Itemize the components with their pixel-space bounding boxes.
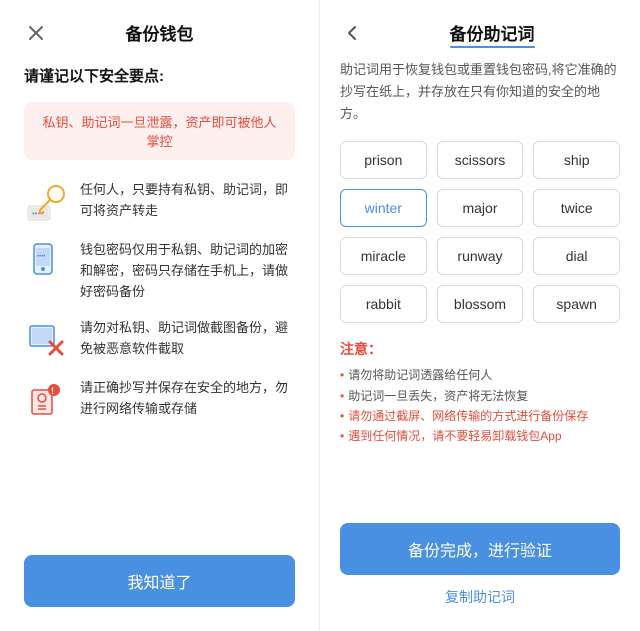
warning-text: 私钥、助记词一旦泄露，资产即可被他人掌控 [40,112,279,150]
svg-text:••••: •••• [32,209,43,218]
right-bottom: 备份完成，进行验证 复制助记词 [340,523,620,607]
word-cell-9: rabbit [340,285,427,323]
security-item-3: 请勿对私钥、助记词做截图备份，避免被恶意软件截取 [24,318,295,362]
right-panel: 备份助记词 助记词用于恢复钱包或重置钱包密码,将它准确的抄写在纸上，并存放在只有… [320,0,640,631]
left-header: 备份钱包 [24,20,295,45]
screenshot-icon [24,318,68,362]
notes-section: 注意： • 请勿将助记词透露给任何人 • 助记词一旦丢失，资产将无法恢复 • 请… [340,339,620,447]
right-title-wrapper: 备份助记词 [364,20,620,45]
security-item-1-text: 任何人，只要持有私钥、助记词，即可将资产转走 [80,180,295,222]
confirm-button[interactable]: 我知道了 [24,555,295,607]
security-item-3-text: 请勿对私钥、助记词做截图备份，避免被恶意软件截取 [80,318,295,360]
left-panel: 备份钱包 请谨记以下安全要点: 私钥、助记词一旦泄露，资产即可被他人掌控 •••… [0,0,320,631]
word-cell-5: twice [533,189,620,227]
word-cell-3: winter [340,189,427,227]
svg-text:!: ! [51,386,54,396]
security-item-2-text: 钱包密码仅用于私钥、助记词的加密和解密，密码只存储在手机上，请做好密码备份 [80,240,295,302]
bullet-icon-3: • [340,426,344,446]
back-button[interactable] [340,21,364,45]
right-header: 备份助记词 [340,20,620,45]
copy-mnemonic-link[interactable]: 复制助记词 [445,587,515,607]
security-item-4: ! 请正确抄写并保存在安全的地方，勿进行网络传输或存储 [24,378,295,422]
word-cell-7: runway [437,237,524,275]
word-cell-2: ship [533,141,620,179]
bullet-icon-2: • [340,406,344,426]
security-item-2: •••• 钱包密码仅用于私钥、助记词的加密和解密，密码只存储在手机上，请做好密码… [24,240,295,302]
security-item-1: •••• 任何人，只要持有私钥、助记词，即可将资产转走 [24,180,295,224]
right-title: 备份助记词 [450,20,535,45]
word-cell-8: dial [533,237,620,275]
word-cell-10: blossom [437,285,524,323]
word-cell-11: spawn [533,285,620,323]
note-item-2: • 请勿通过截屏、网络传输的方式进行备份保存 [340,406,620,426]
svg-text:••••: •••• [37,254,45,260]
save-location-icon: ! [24,378,68,422]
bullet-icon-1: • [340,386,344,406]
close-button[interactable] [24,21,48,45]
warning-box: 私钥、助记词一旦泄露，资产即可被他人掌控 [24,102,295,160]
key-icon: •••• [24,180,68,224]
security-item-4-text: 请正确抄写并保存在安全的地方，勿进行网络传输或存储 [80,378,295,420]
word-cell-4: major [437,189,524,227]
word-grid: prison scissors ship winter major twice … [340,141,620,323]
phone-lock-icon: •••• [24,240,68,284]
note-item-3: • 遇到任何情况，请不要轻易卸载钱包App [340,426,620,446]
word-cell-0: prison [340,141,427,179]
right-description: 助记词用于恢复钱包或重置钱包密码,将它准确的抄写在纸上，并存放在只有你知道的安全… [340,59,620,125]
notes-title: 注意： [340,339,620,359]
note-item-1: • 助记词一旦丢失，资产将无法恢复 [340,386,620,406]
word-cell-6: miracle [340,237,427,275]
left-title: 备份钱包 [126,20,194,45]
backup-button[interactable]: 备份完成，进行验证 [340,523,620,575]
note-item-0: • 请勿将助记词透露给任何人 [340,365,620,385]
left-subtitle: 请谨记以下安全要点: [24,65,164,86]
word-cell-1: scissors [437,141,524,179]
security-items: •••• 任何人，只要持有私钥、助记词，即可将资产转走 •••• 钱包密码 [24,180,295,539]
bullet-icon-0: • [340,365,344,385]
left-bottom: 我知道了 [24,555,295,607]
